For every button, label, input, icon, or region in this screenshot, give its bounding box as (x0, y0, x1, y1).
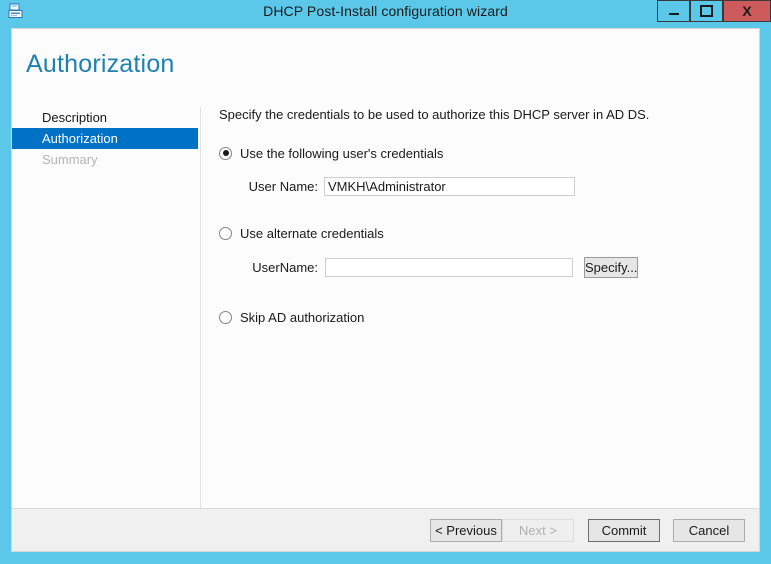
next-button: Next > (502, 519, 574, 542)
previous-button[interactable]: < Previous (430, 519, 502, 542)
option-use-current-credentials[interactable]: Use the following user's credentials (219, 144, 759, 162)
footer-button-group: < Previous Next > Commit Cancel (430, 519, 745, 542)
window-title: DHCP Post-Install configuration wizard (263, 3, 508, 19)
wizard-window: DHCP Post-Install configuration wizard X… (0, 0, 771, 564)
maximize-icon (700, 5, 713, 17)
alternate-user-name-field-row: UserName: Specify... (219, 257, 759, 278)
commit-button[interactable]: Commit (588, 519, 660, 542)
wizard-footer: < Previous Next > Commit Cancel (12, 508, 759, 551)
close-button[interactable]: X (723, 0, 771, 22)
radio-skip-ad-authorization[interactable] (219, 310, 232, 324)
cancel-button[interactable]: Cancel (673, 519, 745, 542)
window-controls: X (657, 0, 771, 22)
maximize-button[interactable] (690, 0, 723, 22)
close-icon: X (742, 3, 752, 19)
user-name-input[interactable] (324, 177, 575, 196)
instruction-text: Specify the credentials to be used to au… (219, 107, 650, 122)
user-name-label: User Name: (248, 179, 318, 194)
option-label-use-current-credentials: Use the following user's credentials (240, 145, 444, 161)
sidebar-item-description[interactable]: Description (12, 107, 200, 128)
wizard-step-nav: Description Authorization Summary (12, 107, 200, 170)
option-skip-ad-authorization[interactable]: Skip AD authorization (219, 308, 759, 326)
option-use-alternate-credentials[interactable]: Use alternate credentials (219, 224, 759, 242)
minimize-icon (668, 12, 679, 15)
minimize-button[interactable] (657, 0, 690, 22)
sidebar-item-authorization[interactable]: Authorization (12, 128, 198, 149)
page-title: Authorization (26, 50, 175, 78)
sidebar-divider (200, 107, 201, 510)
wizard-content: Specify the credentials to be used to au… (219, 107, 759, 326)
user-name-field-row: User Name: (219, 177, 759, 196)
option-label-skip-ad-authorization: Skip AD authorization (240, 309, 365, 325)
alternate-user-name-label: UserName: (252, 260, 318, 275)
radio-use-current-credentials[interactable] (219, 146, 232, 160)
radio-use-alternate-credentials[interactable] (219, 226, 232, 240)
alternate-user-name-input[interactable] (325, 258, 573, 277)
specify-button[interactable]: Specify... (584, 257, 638, 278)
wizard-client-area: Authorization Description Authorization … (11, 28, 760, 552)
option-label-use-alternate-credentials: Use alternate credentials (240, 225, 384, 241)
title-bar: DHCP Post-Install configuration wizard X (0, 0, 771, 22)
sidebar-item-summary: Summary (42, 152, 98, 167)
